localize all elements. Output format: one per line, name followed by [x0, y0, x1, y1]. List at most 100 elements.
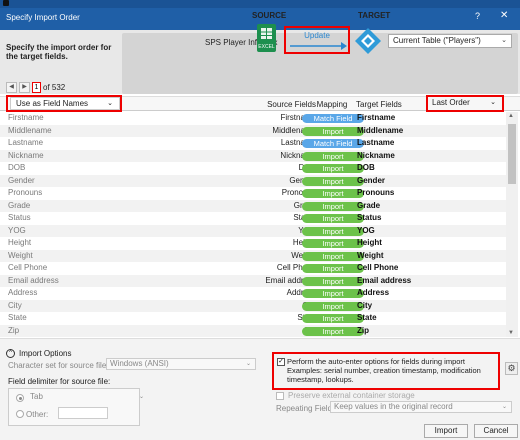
next-record-icon[interactable]: ▶ [19, 81, 30, 93]
first-record-value: Pronouns [8, 188, 43, 197]
source-field: Firstname [280, 113, 316, 122]
table-row[interactable]: Nickname Nickname Import Nickname [0, 149, 506, 162]
target-table-select[interactable]: Current Table ("Players") ⌄ [388, 34, 512, 48]
chevron-down-icon: ⌄ [501, 404, 507, 410]
source-field: Zip [190, 325, 316, 338]
mapping-toggle[interactable]: Import [302, 289, 364, 298]
target-field: State [357, 313, 377, 322]
window-title: Specify Import Order [6, 13, 80, 22]
mapping-toggle[interactable]: Import [302, 176, 364, 186]
table-row[interactable]: WeightWeightImportWeight [0, 249, 506, 263]
target-table-value: Current Table ("Players") [393, 36, 481, 45]
repeating-fields-label: Repeating Fields: [276, 404, 339, 413]
mapping-toggle[interactable]: Import [302, 264, 364, 273]
auto-enter-checkbox[interactable]: ✓ [277, 358, 285, 366]
mapping-toggle[interactable]: Import [302, 214, 364, 223]
mapping-toggle[interactable]: Import [302, 226, 364, 236]
help-button[interactable]: ? [475, 11, 480, 21]
other-radio[interactable] [16, 410, 24, 418]
first-record-value: Nickname [8, 150, 44, 160]
source-field: State [190, 312, 316, 325]
previous-record-icon[interactable]: ◀ [6, 81, 17, 93]
target-field: DOB [357, 163, 375, 172]
target-field: Pronouns [357, 188, 395, 197]
first-record-value: Zip [8, 325, 20, 335]
mapping-toggle[interactable]: Import [302, 201, 364, 211]
cancel-button[interactable]: Cancel [474, 424, 518, 438]
target-field: Email address [357, 275, 412, 285]
tab-radio[interactable] [16, 394, 24, 402]
mapping-toggle[interactable]: Import [302, 151, 364, 161]
target-field: YOG [357, 225, 375, 235]
mapping-toggle[interactable]: Import [302, 301, 364, 311]
first-record-value: Gender [8, 175, 35, 185]
mapping-toggle[interactable]: Import [302, 326, 364, 336]
table-row[interactable]: StateStateImportState [0, 312, 506, 325]
table-row[interactable]: GenderGenderImportGender [0, 174, 506, 187]
scroll-down-icon[interactable]: ▼ [508, 330, 514, 336]
import-options-toggle[interactable]: ^ Import Options [6, 349, 71, 358]
tab-option: Tab [30, 392, 43, 401]
table-row[interactable]: StatusStatusImportStatus [0, 212, 506, 225]
target-field: Grade [357, 200, 381, 210]
table-row[interactable]: HeightHeightImportHeight [0, 237, 506, 250]
mapping-toggle[interactable]: Import [302, 126, 364, 136]
preserve-label: Preserve external container storage [288, 391, 415, 400]
first-record-value: Lastname [8, 138, 44, 147]
mapping-toggle[interactable]: Import [302, 251, 364, 261]
mapping-toggle[interactable]: Import [302, 239, 364, 248]
auto-enter-examples: Examples: serial number, creation timest… [287, 366, 481, 384]
vertical-scrollbar[interactable]: ▲ ▼ [506, 112, 518, 337]
gear-icon[interactable]: ⚙ [505, 362, 518, 375]
mapping-toggle[interactable]: Match Field [302, 139, 364, 148]
first-record-value: Cell Phone [8, 263, 48, 272]
charset-select[interactable]: Windows (ANSI) ⌄ [106, 358, 256, 370]
table-row[interactable]: YOGYOGImportYOG [0, 224, 506, 237]
table-row[interactable]: Cell Phone Cell Phone Import Cell Phone [0, 262, 506, 275]
import-options-heading: Import Options [19, 349, 72, 358]
table-row[interactable]: Middlename Middlename Import Middlename [0, 124, 506, 137]
field-names-highlight-box [6, 95, 122, 112]
table-row[interactable]: ZipZipImportZip [0, 324, 506, 338]
source-field: Grade [190, 200, 316, 213]
source-field: Status [190, 212, 316, 225]
tab-select[interactable]: Tab ⌄ [30, 392, 148, 404]
first-record-value: YOG [8, 225, 26, 235]
target-field: Height [357, 238, 382, 247]
mapping-toggle[interactable]: Import [302, 164, 364, 173]
source-field: Weight [190, 250, 316, 263]
import-button[interactable]: Import [424, 424, 468, 438]
source-heading: SOURCE [252, 11, 287, 20]
source-field: Nickname [280, 150, 316, 160]
preserve-checkbox[interactable] [276, 391, 284, 400]
arrow-right-icon [290, 42, 347, 50]
delimiter-label: Field delimiter for source file: [8, 377, 111, 386]
source-field: Pronouns [281, 188, 316, 197]
table-row[interactable]: AddressAddressImportAddress [0, 287, 506, 300]
table-row[interactable]: CityCityImportCity [0, 299, 506, 312]
table-row[interactable]: DOBDOBImportDOB [0, 162, 506, 175]
table-row[interactable]: Email address Email address Import Email ad… [0, 274, 506, 287]
repeating-fields-select[interactable]: Keep values in the original record ⌄ [330, 401, 512, 413]
mapping-toggle[interactable]: Import [302, 189, 364, 198]
other-delimiter-input[interactable] [58, 407, 108, 419]
target-field: Zip [357, 325, 369, 335]
first-record-value: Height [8, 238, 32, 247]
mapping-toggle[interactable]: Match Field [302, 114, 364, 123]
source-field: Middlename [272, 125, 316, 135]
table-row[interactable]: Pronouns Pronouns Import Pronouns [0, 187, 506, 200]
excel-file-icon: EXCEL [257, 24, 276, 52]
mapping-toggle[interactable]: Import [302, 276, 364, 286]
table-row[interactable]: Firstname Firstname Match Field Firstname [0, 112, 506, 125]
close-icon[interactable]: ✕ [500, 10, 508, 21]
first-record-value: Weight [8, 250, 33, 260]
scrollbar-thumb[interactable] [508, 124, 516, 184]
mapping-toggle[interactable]: Import [302, 314, 364, 323]
table-row[interactable]: Lastname Lastname Match Field Lastname [0, 137, 506, 150]
scroll-up-icon[interactable]: ▲ [508, 113, 514, 119]
app-icon [3, 0, 9, 6]
record-number-input[interactable]: 1 [32, 81, 41, 93]
table-row[interactable]: GradeGradeImportGrade [0, 199, 506, 213]
auto-enter-label: Perform the auto-enter options for field… [287, 357, 466, 366]
chevron-down-icon: ⌄ [501, 37, 507, 44]
